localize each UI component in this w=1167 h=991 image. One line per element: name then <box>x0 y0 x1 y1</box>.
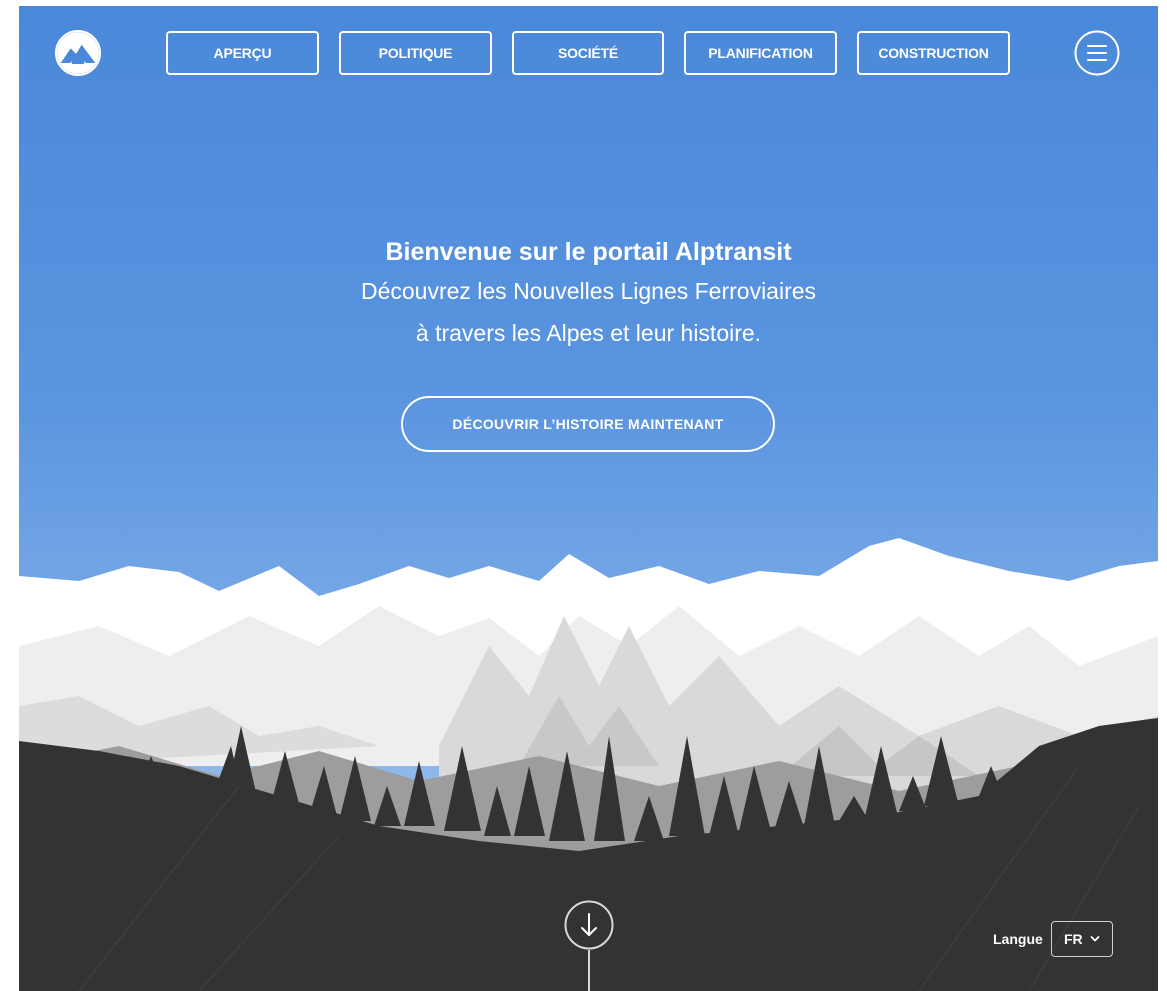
language-switcher: Langue FR <box>993 921 1113 957</box>
nav-politique[interactable]: POLITIQUE <box>339 31 492 75</box>
main-nav: APERÇU POLITIQUE SOCIÉTÉ PLANIFICATION C… <box>166 31 1010 75</box>
hero-section: APERÇU POLITIQUE SOCIÉTÉ PLANIFICATION C… <box>19 6 1158 991</box>
hero-title: Bienvenue sur le portail Alptransit <box>385 238 792 266</box>
nav-societe[interactable]: SOCIÉTÉ <box>512 31 664 75</box>
chevron-down-icon <box>1090 935 1100 943</box>
hero-subtitle-line2: à travers les Alpes et leur histoire. <box>415 320 762 346</box>
nav-construction[interactable]: CONSTRUCTION <box>857 31 1010 75</box>
hamburger-menu-icon[interactable] <box>1074 30 1120 76</box>
hero-subtitle-line1: Découvrez les Nouvelles Lignes Ferroviai… <box>360 278 817 304</box>
alptransit-logo-icon[interactable] <box>55 30 101 76</box>
language-select[interactable]: FR <box>1050 921 1113 957</box>
discover-history-button[interactable]: DÉCOUVRIR L’HISTOIRE MAINTENANT <box>401 396 775 452</box>
scroll-indicator-line <box>588 950 590 991</box>
nav-planification[interactable]: PLANIFICATION <box>684 31 837 75</box>
alps-landscape-illustration <box>19 538 1158 991</box>
language-label: Langue <box>993 931 1043 947</box>
language-selected-value: FR <box>1063 931 1083 947</box>
arrow-down-icon[interactable] <box>564 900 614 950</box>
nav-apercu[interactable]: APERÇU <box>166 31 319 75</box>
hero-text: Bienvenue sur le portail Alptransit Déco… <box>19 234 1158 354</box>
